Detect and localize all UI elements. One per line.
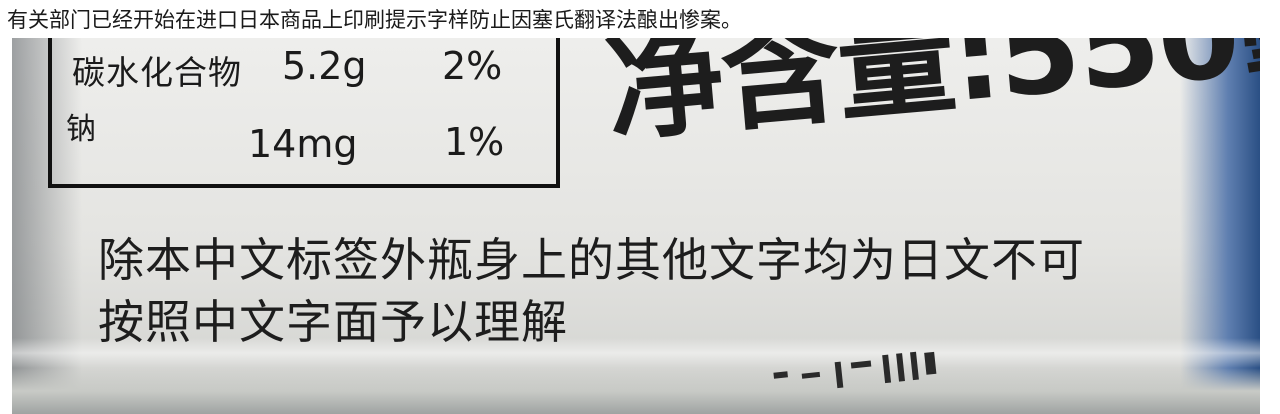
net-content-text: 净含量:550毫升 (600, 38, 1260, 159)
photo-caption: 有关部门已经开始在进口日本商品上印刷提示字样防止因塞氏翻译法酿出惨案。 (7, 8, 742, 32)
bottle-bottom-band (12, 368, 1260, 414)
nutrient-name-sodium: 钠 (66, 112, 96, 147)
nutrient-amount-carbs: 5.2g (282, 44, 367, 88)
nutrient-percent-carbs: 2% (442, 44, 503, 88)
label-notice-line-1: 除本中文标签外瓶身上的其他文字均为日文不可 (98, 233, 1085, 287)
label-notice-line-2: 按照中文字面予以理解 (98, 295, 568, 349)
nutrient-percent-sodium: 1% (444, 120, 505, 164)
nutrient-name-carbs: 碳水化合物 (72, 53, 242, 92)
nutrition-table: 碳水化合物 5.2g 2% 钠 14mg 1% (48, 38, 560, 188)
nutrient-amount-sodium: 14mg (248, 122, 358, 166)
bottle-label-photo: 碳水化合物 5.2g 2% 钠 14mg 1% 净含量:550毫升 除本中文标签… (12, 38, 1260, 414)
